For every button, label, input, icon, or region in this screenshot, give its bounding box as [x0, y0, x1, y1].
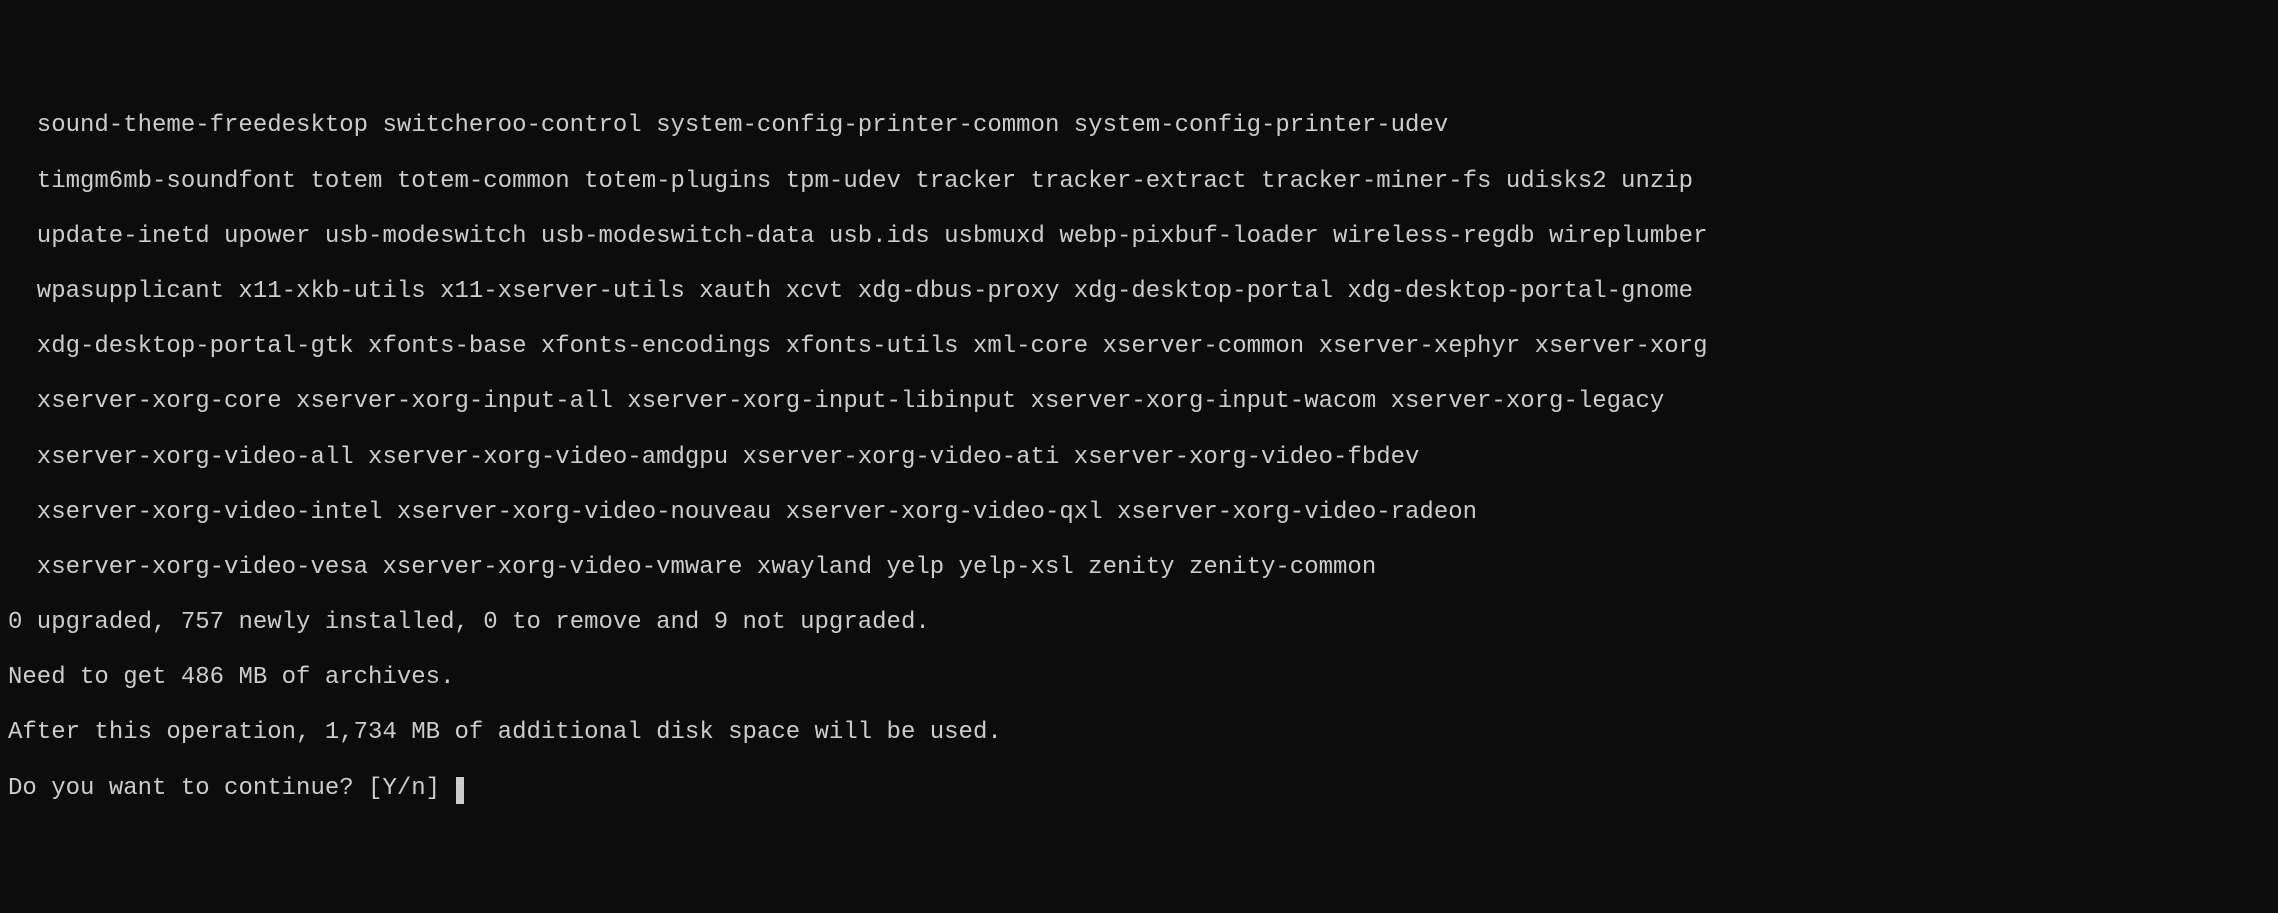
package-list-line: xserver-xorg-video-vesa xserver-xorg-vid… [8, 554, 2270, 582]
package-list-line: xdg-desktop-portal-gtk xfonts-base xfont… [8, 333, 2270, 361]
package-list-line: xserver-xorg-video-all xserver-xorg-vide… [8, 444, 2270, 472]
package-list-line: xserver-xorg-video-intel xserver-xorg-vi… [8, 499, 2270, 527]
prompt-text: Do you want to continue? [Y/n] [8, 775, 454, 802]
package-list-line: timgm6mb-soundfont totem totem-common to… [8, 168, 2270, 196]
apt-summary-download: Need to get 486 MB of archives. [8, 664, 2270, 692]
package-list-line: wpasupplicant x11-xkb-utils x11-xserver-… [8, 278, 2270, 306]
cursor-icon [456, 777, 464, 803]
apt-summary-upgraded: 0 upgraded, 757 newly installed, 0 to re… [8, 609, 2270, 637]
continue-prompt[interactable]: Do you want to continue? [Y/n] [8, 775, 464, 802]
package-list-line: sound-theme-freedesktop switcheroo-contr… [8, 112, 2270, 140]
apt-summary-disk: After this operation, 1,734 MB of additi… [8, 719, 2270, 747]
package-list-line: xserver-xorg-core xserver-xorg-input-all… [8, 388, 2270, 416]
package-list-line: update-inetd upower usb-modeswitch usb-m… [8, 223, 2270, 251]
